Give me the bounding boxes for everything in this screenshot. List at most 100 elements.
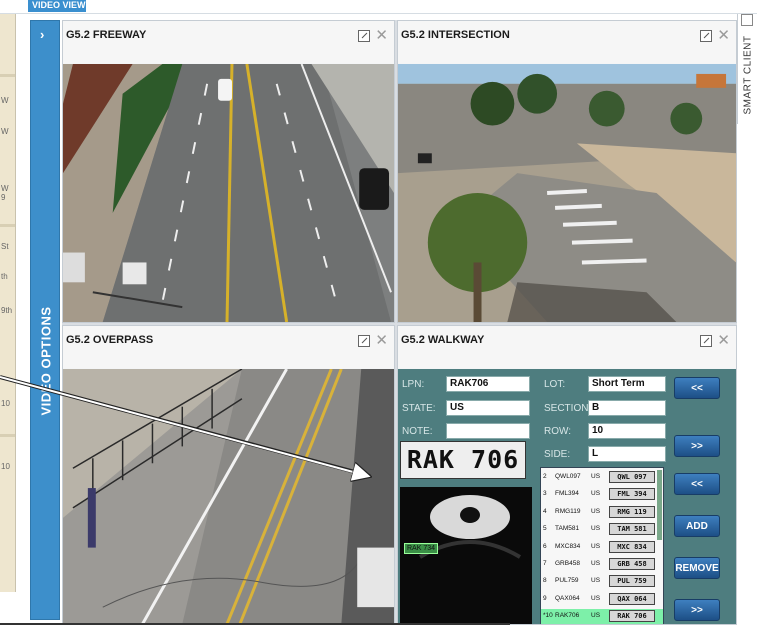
close-icon[interactable]: ✕ xyxy=(375,331,388,349)
map-panel[interactable]: W W W 9 St th 9th 10 10 xyxy=(0,14,16,592)
side-label: SIDE: xyxy=(544,449,571,460)
list-next-button[interactable]: >> xyxy=(674,599,720,621)
expand-icon[interactable] xyxy=(358,335,370,347)
plate-list-row[interactable]: 9 QAX064 US QAX 064 xyxy=(541,592,663,607)
plate-list-row[interactable]: 4 RMG119 US RMG 119 xyxy=(541,505,663,520)
plate-row-number: 8 xyxy=(543,577,547,585)
tab-video-view[interactable]: VIDEO VIEW xyxy=(28,0,86,12)
section-label: SECTION: xyxy=(544,403,592,414)
video-feed-intersection[interactable] xyxy=(398,64,736,322)
plate-row-number: *10 xyxy=(543,612,553,620)
camera-tile-walkway[interactable]: G5.2 WALKWAY ✕ LPN: RAK706 STATE: US NOT… xyxy=(397,325,737,625)
plate-list-row[interactable]: 6 MXC834 US MXC 834 xyxy=(541,540,663,555)
video-options-sidebar[interactable]: › VIDEO OPTIONS xyxy=(30,20,60,620)
tile-header: G5.2 OVERPASS ✕ xyxy=(63,326,394,368)
plate-row-state: US xyxy=(591,507,601,515)
tile-title: G5.2 WALKWAY xyxy=(401,334,485,346)
plate-row-lpn: QAX064 xyxy=(555,594,580,602)
plate-row-lpn: TAM581 xyxy=(555,525,580,533)
tile-title: G5.2 OVERPASS xyxy=(66,334,154,346)
close-icon[interactable]: ✕ xyxy=(375,26,388,44)
plate-row-number: 9 xyxy=(543,594,547,602)
tile-title: G5.2 INTERSECTION xyxy=(401,29,510,41)
video-options-label: VIDEO OPTIONS xyxy=(38,306,54,416)
smart-client-panel[interactable]: SMART CLIENT xyxy=(737,14,757,124)
side-field[interactable]: L xyxy=(588,446,666,462)
camera-tile-intersection[interactable]: G5.2 INTERSECTION ✕ xyxy=(397,20,737,323)
state-field[interactable]: US xyxy=(446,400,530,416)
plate-row-state: US xyxy=(591,612,601,620)
map-road xyxy=(0,434,15,437)
tile-header: G5.2 FREEWAY ✕ xyxy=(63,21,394,63)
close-icon[interactable]: ✕ xyxy=(717,26,730,44)
plate-row-state: US xyxy=(591,577,601,585)
lpn-field[interactable]: RAK706 xyxy=(446,376,530,392)
map-label: 10 xyxy=(1,462,10,471)
panel-icon[interactable] xyxy=(741,14,753,26)
next-record-button[interactable]: >> xyxy=(674,435,720,457)
plate-list-row[interactable]: 8 PUL759 US PUL 759 xyxy=(541,574,663,589)
row-label: ROW: xyxy=(544,426,572,437)
expand-icon[interactable] xyxy=(700,30,712,42)
plate-row-lpn: QWL097 xyxy=(555,473,581,480)
plate-row-lpn: RAK706 xyxy=(555,612,580,620)
plate-list-row[interactable]: 7 GRB458 US GRB 458 xyxy=(541,557,663,572)
map-road xyxy=(0,224,15,227)
plate-list-row[interactable]: 3 FML394 US FML 394 xyxy=(541,487,663,502)
row-field[interactable]: 10 xyxy=(588,423,666,439)
plate-row-number: 2 xyxy=(543,473,547,480)
bottom-border xyxy=(0,623,510,625)
section-field[interactable]: B xyxy=(588,400,666,416)
video-feed-overpass[interactable] xyxy=(63,369,394,624)
plate-row-state: US xyxy=(591,542,601,550)
add-button[interactable]: ADD xyxy=(674,515,720,537)
close-icon[interactable]: ✕ xyxy=(717,331,730,349)
camera-grid: G5.2 FREEWAY ✕ G5.2 INTERSECTION ✕ G5.2 … xyxy=(62,20,737,625)
ir-plate-tag: RAK 734 xyxy=(404,543,439,554)
plate-row-thumbnail: RAK 706 xyxy=(609,610,655,623)
lot-field[interactable]: Short Term xyxy=(588,376,666,392)
plate-list-row[interactable]: 5 TAM581 US TAM 581 xyxy=(541,522,663,537)
plate-row-lpn: GRB458 xyxy=(555,560,580,567)
chevron-right-icon[interactable]: › xyxy=(40,27,44,42)
note-label: NOTE: xyxy=(402,426,433,437)
tile-title: G5.2 FREEWAY xyxy=(66,29,147,41)
plate-row-number: 7 xyxy=(543,560,547,567)
tile-header: G5.2 INTERSECTION ✕ xyxy=(398,21,736,63)
plate-list[interactable]: 2 QWL097 US QWL 097 3 FML394 US FML 394 4 RMG119 U… xyxy=(540,467,664,624)
plate-row-thumbnail: MXC 834 xyxy=(609,540,655,553)
video-feed-freeway[interactable] xyxy=(63,64,394,322)
camera-tile-overpass[interactable]: G5.2 OVERPASS ✕ xyxy=(62,325,395,625)
lpn-label: LPN: xyxy=(402,379,425,390)
plate-row-thumbnail: QWL 097 xyxy=(609,471,655,483)
lpr-panel: LPN: RAK706 STATE: US NOTE: RAK 706 RAK … xyxy=(398,369,736,624)
list-prev-button[interactable]: << xyxy=(674,473,720,495)
top-tab-strip: VIDEO VIEW xyxy=(0,0,757,14)
plate-list-row[interactable]: 2 QWL097 US QWL 097 xyxy=(541,470,663,485)
plate-capture-image: RAK 706 xyxy=(400,441,526,479)
plate-row-state: US xyxy=(591,594,601,602)
expand-icon[interactable] xyxy=(358,30,370,42)
plate-row-number: 3 xyxy=(543,490,547,498)
map-label: W xyxy=(1,96,9,105)
camera-tile-freeway[interactable]: G5.2 FREEWAY ✕ xyxy=(62,20,395,323)
map-label: 9th xyxy=(1,306,13,315)
map-label: W 9 xyxy=(1,184,9,202)
remove-button[interactable]: REMOVE xyxy=(674,557,720,579)
plate-row-thumbnail: FML 394 xyxy=(609,488,655,501)
plate-row-number: 6 xyxy=(543,542,547,550)
ir-camera-feed[interactable]: RAK 734 xyxy=(400,487,532,624)
plate-row-state: US xyxy=(591,490,601,498)
note-field[interactable] xyxy=(446,423,530,439)
map-road xyxy=(0,74,15,77)
expand-icon[interactable] xyxy=(700,335,712,347)
plate-row-thumbnail: GRB 458 xyxy=(609,558,655,570)
plate-list-row[interactable]: *10 RAK706 US RAK 706 xyxy=(541,609,663,624)
map-label: th xyxy=(1,272,8,281)
plate-row-state: US xyxy=(591,473,601,480)
lot-label: LOT: xyxy=(544,379,566,390)
prev-record-button[interactable]: << xyxy=(674,377,720,399)
plate-row-lpn: RMG119 xyxy=(555,507,581,515)
tile-header: G5.2 WALKWAY ✕ xyxy=(398,326,736,368)
plate-row-thumbnail: RMG 119 xyxy=(609,505,655,518)
